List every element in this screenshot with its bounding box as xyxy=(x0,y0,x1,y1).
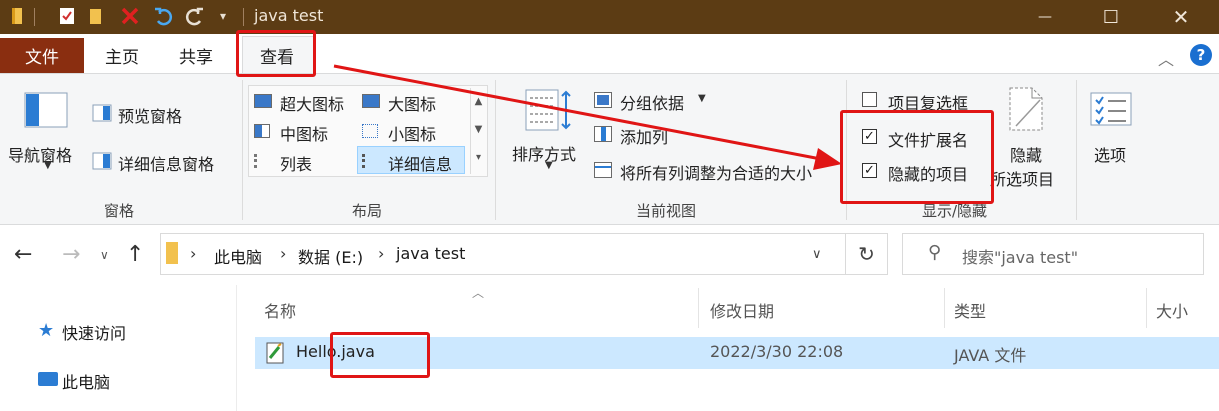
annotation-arrow xyxy=(333,64,842,170)
